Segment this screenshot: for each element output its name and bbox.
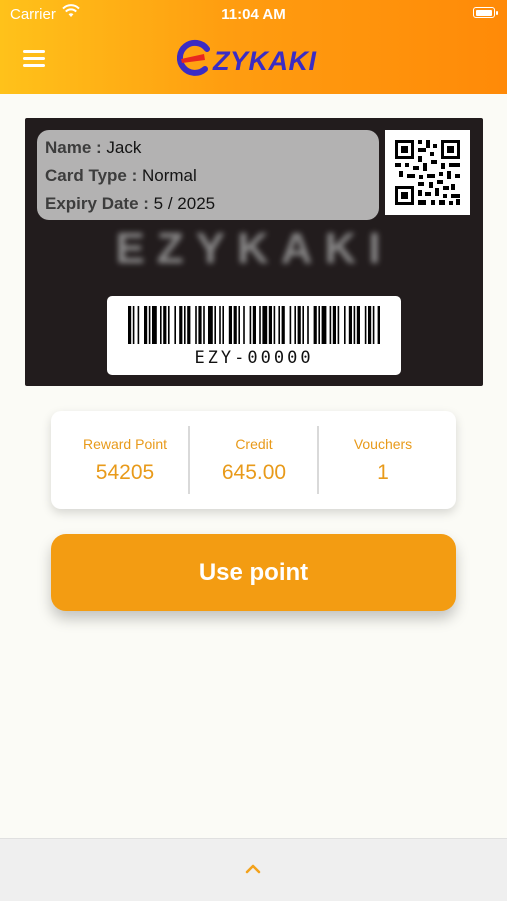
stats-panel: Reward Point 54205 Credit 645.00 Voucher… <box>51 411 456 509</box>
barcode-bar <box>353 306 356 344</box>
card-type-row: Card Type : Normal <box>45 166 197 186</box>
menu-icon <box>23 50 45 53</box>
barcode-bar <box>368 306 372 344</box>
barcode-number: EZY-00000 <box>194 348 314 368</box>
barcode-bar <box>168 306 170 344</box>
expiry-value: 5 / 2025 <box>153 194 216 213</box>
barcode-bar <box>222 306 224 344</box>
barcode-bar <box>208 306 213 344</box>
barcode-bar <box>184 306 186 344</box>
stat-vouchers[interactable]: Vouchers 1 <box>319 411 447 509</box>
barcode-bar <box>152 306 157 344</box>
barcode-bar <box>337 306 340 344</box>
barcode-bar <box>243 306 245 344</box>
card-name-row: Name : Jack <box>45 138 141 158</box>
barcode-bar <box>377 306 380 344</box>
barcode-bar <box>195 306 197 344</box>
status-time: 11:04 AM <box>221 6 286 23</box>
stat-reward-point[interactable]: Reward Point 54205 <box>61 411 189 509</box>
qr-code-icon[interactable] <box>385 130 470 215</box>
expiry-row: Expiry Date : 5 / 2025 <box>45 194 215 214</box>
ezykaki-logo: ZYKAKI <box>174 38 334 80</box>
barcode[interactable]: EZY-00000 <box>107 296 401 375</box>
barcode-bar <box>294 306 296 344</box>
barcode-bar <box>174 306 176 344</box>
barcode-bar <box>307 306 309 344</box>
barcode-bar <box>160 306 162 344</box>
stat-credit[interactable]: Credit 645.00 <box>190 411 318 509</box>
battery-icon <box>473 7 498 18</box>
barcode-bar <box>364 306 367 344</box>
barcode-bar <box>137 306 140 344</box>
expiry-label: Expiry Date : <box>45 194 149 213</box>
barcode-bar <box>219 306 221 344</box>
card-info-panel: Name : Jack Card Type : Normal Expiry Da… <box>37 130 379 220</box>
barcode-bar <box>259 306 261 344</box>
barcode-bar <box>297 306 301 344</box>
status-bar: Carrier 11:04 AM <box>0 0 507 28</box>
barcode-bar <box>332 306 336 344</box>
app-header: Carrier 11:04 AM ZYKAKI <box>0 0 507 94</box>
use-point-button[interactable]: Use point <box>51 534 456 611</box>
barcode-bar <box>348 306 352 344</box>
logo-text: ZYKAKI <box>213 46 317 76</box>
name-label: Name : <box>45 138 102 157</box>
stat-label: Reward Point <box>82 436 168 452</box>
stat-label: Credit <box>235 436 273 452</box>
barcode-bar <box>144 306 148 344</box>
barcode-bar <box>356 306 360 344</box>
barcode-bar <box>252 306 256 344</box>
name-value: Jack <box>106 138 142 157</box>
stat-value: 645.00 <box>221 461 287 484</box>
barcode-bar <box>278 306 280 344</box>
chevron-up-icon[interactable] <box>245 864 261 874</box>
barcode-bar <box>132 306 135 344</box>
barcode-bar <box>203 306 205 344</box>
barcode-bar <box>228 306 232 344</box>
stat-label: Vouchers <box>353 436 413 452</box>
barcode-icon <box>128 306 380 344</box>
card-type-label: Card Type : <box>45 166 138 185</box>
logo-e-mark <box>176 39 210 76</box>
barcode-bar <box>233 306 237 344</box>
barcode-bar <box>344 306 346 344</box>
barcode-bar <box>249 306 252 344</box>
barcode-bar <box>198 306 202 344</box>
barcode-bar <box>148 306 151 344</box>
barcode-bar <box>281 306 285 344</box>
menu-button[interactable] <box>22 48 48 70</box>
barcode-bar <box>318 306 320 344</box>
membership-card: Name : Jack Card Type : Normal Expiry Da… <box>25 118 483 386</box>
stat-value: 54205 <box>95 461 155 484</box>
barcode-bar <box>372 306 375 344</box>
barcode-bar <box>321 306 327 344</box>
barcode-bar <box>238 306 240 344</box>
barcode-bar <box>268 306 272 344</box>
card-type-value: Normal <box>142 166 197 185</box>
barcode-bar <box>262 306 268 344</box>
barcode-bar <box>273 306 276 344</box>
barcode-bar <box>302 306 304 344</box>
barcode-bar <box>179 306 183 344</box>
barcode-bar <box>329 306 332 344</box>
barcode-bar <box>289 306 292 344</box>
stat-value: 1 <box>377 461 389 484</box>
barcode-bar <box>128 306 132 344</box>
barcode-bar <box>187 306 191 344</box>
card-watermark: EZYKAKI <box>115 224 393 273</box>
bottom-sheet-bar <box>0 838 507 901</box>
barcode-bar <box>313 306 317 344</box>
barcode-bar <box>214 306 216 344</box>
barcode-bar <box>163 306 167 344</box>
